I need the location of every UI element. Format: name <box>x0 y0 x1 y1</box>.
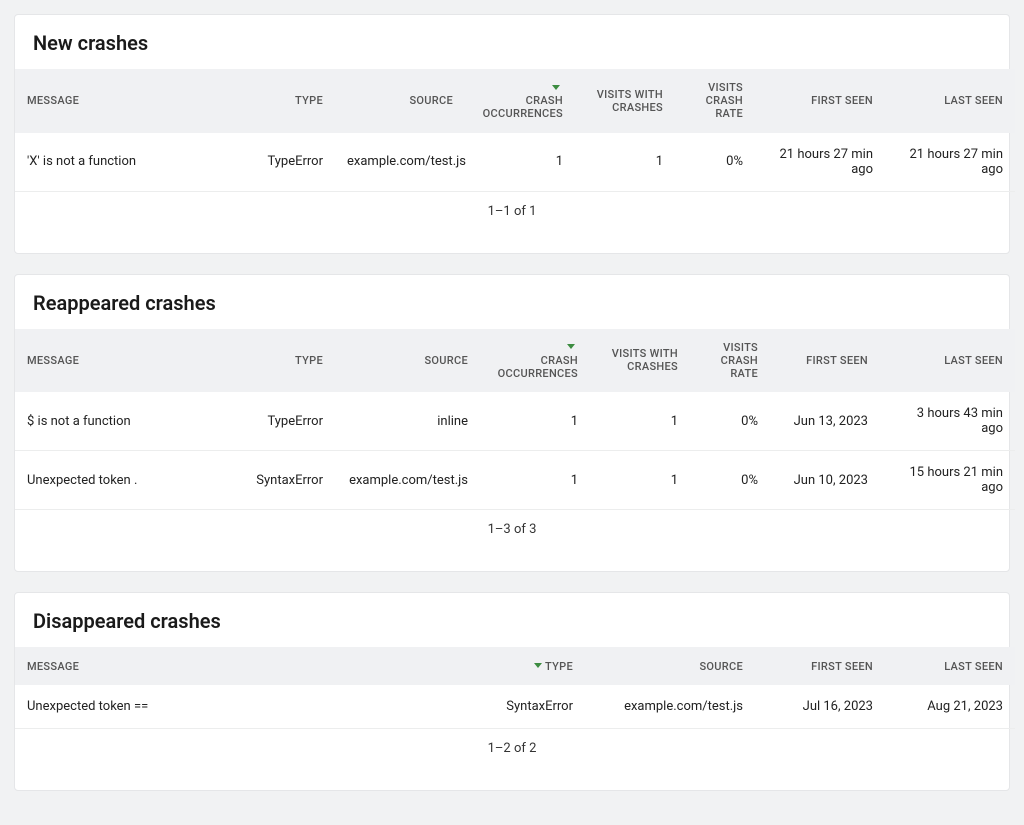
cell-source: example.com/test.js <box>585 685 755 729</box>
col-last-seen[interactable]: LAST SEEN <box>885 647 1015 685</box>
disappeared-crashes-table: MESSAGE TYPE SOURCE FIRST SEEN LAST SEEN… <box>15 647 1015 729</box>
cell-last-seen: 15 hours 21 min ago <box>880 451 1015 510</box>
cell-first-seen: Jun 10, 2023 <box>770 451 880 510</box>
pager: 1–2 of 2 <box>15 729 1009 760</box>
col-type[interactable]: TYPE <box>485 647 585 685</box>
new-crashes-panel: New crashes MESSAGE TYPE SOURCE CRASH OC… <box>14 14 1010 254</box>
panel-title: New crashes <box>15 15 1009 69</box>
col-type[interactable]: TYPE <box>215 329 335 393</box>
cell-crash-occurrences: 1 <box>480 392 590 451</box>
panel-title: Disappeared crashes <box>15 593 1009 647</box>
sort-desc-icon <box>534 663 542 668</box>
col-last-seen[interactable]: LAST SEEN <box>880 329 1015 393</box>
col-source[interactable]: SOURCE <box>335 69 465 133</box>
table-row[interactable]: $ is not a function TypeError inline 1 1… <box>15 392 1015 451</box>
cell-first-seen: 21 hours 27 min ago <box>755 133 885 192</box>
cell-last-seen: Aug 21, 2023 <box>885 685 1015 729</box>
cell-source: inline <box>335 392 480 451</box>
cell-visits-crash-rate: 0% <box>690 451 770 510</box>
sort-desc-icon <box>567 344 575 349</box>
table-row[interactable]: Unexpected token == SyntaxError example.… <box>15 685 1015 729</box>
col-visits-crash-rate[interactable]: VISITS CRASH RATE <box>690 329 770 393</box>
col-source[interactable]: SOURCE <box>335 329 480 393</box>
pager: 1–3 of 3 <box>15 510 1009 541</box>
col-first-seen[interactable]: FIRST SEEN <box>770 329 880 393</box>
panel-title: Reappeared crashes <box>15 275 1009 329</box>
table-row[interactable]: Unexpected token . SyntaxError example.c… <box>15 451 1015 510</box>
cell-message: $ is not a function <box>15 392 215 451</box>
col-last-seen[interactable]: LAST SEEN <box>885 69 1015 133</box>
col-crash-occurrences[interactable]: CRASH OCCURRENCES <box>465 69 575 133</box>
col-message[interactable]: MESSAGE <box>15 647 485 685</box>
col-first-seen[interactable]: FIRST SEEN <box>755 69 885 133</box>
col-visits-crash-rate[interactable]: VISITS CRASH RATE <box>675 69 755 133</box>
cell-visits-crash-rate: 0% <box>675 133 755 192</box>
cell-visits-crash-rate: 0% <box>690 392 770 451</box>
cell-type: SyntaxError <box>485 685 585 729</box>
col-message[interactable]: MESSAGE <box>15 69 215 133</box>
col-visits-with-crashes[interactable]: VISITS WITH CRASHES <box>575 69 675 133</box>
cell-type: TypeError <box>215 392 335 451</box>
cell-message: Unexpected token == <box>15 685 485 729</box>
col-type[interactable]: TYPE <box>215 69 335 133</box>
cell-first-seen: Jul 16, 2023 <box>755 685 885 729</box>
col-visits-with-crashes[interactable]: VISITS WITH CRASHES <box>590 329 690 393</box>
cell-type: TypeError <box>215 133 335 192</box>
cell-message: Unexpected token . <box>15 451 215 510</box>
sort-desc-icon <box>552 85 560 90</box>
pager: 1–1 of 1 <box>15 192 1009 223</box>
table-row[interactable]: 'X' is not a function TypeError example.… <box>15 133 1015 192</box>
cell-source: example.com/test.js <box>335 133 465 192</box>
col-crash-occurrences[interactable]: CRASH OCCURRENCES <box>480 329 590 393</box>
cell-crash-occurrences: 1 <box>480 451 590 510</box>
cell-visits-with-crashes: 1 <box>590 392 690 451</box>
cell-crash-occurrences: 1 <box>465 133 575 192</box>
cell-last-seen: 21 hours 27 min ago <box>885 133 1015 192</box>
reappeared-crashes-panel: Reappeared crashes MESSAGE TYPE SOURCE C… <box>14 274 1010 573</box>
col-first-seen[interactable]: FIRST SEEN <box>755 647 885 685</box>
disappeared-crashes-panel: Disappeared crashes MESSAGE TYPE SOURCE … <box>14 592 1010 791</box>
new-crashes-table: MESSAGE TYPE SOURCE CRASH OCCURRENCES VI… <box>15 69 1015 192</box>
reappeared-crashes-table: MESSAGE TYPE SOURCE CRASH OCCURRENCES VI… <box>15 329 1015 511</box>
col-message[interactable]: MESSAGE <box>15 329 215 393</box>
col-source[interactable]: SOURCE <box>585 647 755 685</box>
cell-source: example.com/test.js <box>335 451 480 510</box>
cell-visits-with-crashes: 1 <box>575 133 675 192</box>
cell-visits-with-crashes: 1 <box>590 451 690 510</box>
cell-type: SyntaxError <box>215 451 335 510</box>
cell-message: 'X' is not a function <box>15 133 215 192</box>
cell-first-seen: Jun 13, 2023 <box>770 392 880 451</box>
cell-last-seen: 3 hours 43 min ago <box>880 392 1015 451</box>
